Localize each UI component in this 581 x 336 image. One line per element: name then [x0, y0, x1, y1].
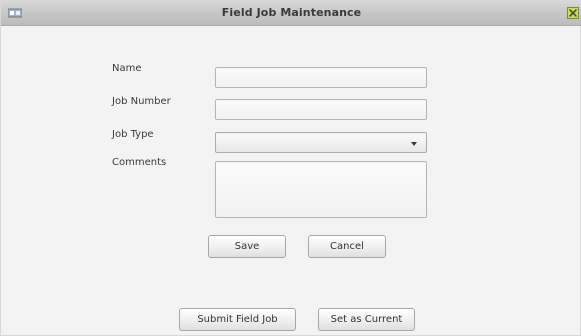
submit-field-job-button[interactable]: Submit Field Job [179, 308, 296, 331]
job-type-label: Job Type [112, 129, 154, 140]
name-label: Name [112, 63, 142, 74]
save-button[interactable]: Save [208, 235, 286, 258]
window-title: Field Job Maintenance [221, 6, 362, 19]
name-input[interactable] [215, 67, 427, 88]
cancel-button[interactable]: Cancel [308, 235, 386, 258]
comments-label: Comments [112, 157, 167, 168]
job-number-label: Job Number [112, 96, 171, 107]
chevron-down-icon[interactable] [411, 142, 417, 146]
job-type-select[interactable] [215, 132, 427, 153]
set-as-current-button[interactable]: Set as Current [318, 308, 415, 331]
comments-textarea[interactable] [215, 161, 427, 218]
title-bar[interactable]: Field Job Maintenance [1, 0, 581, 26]
job-number-input[interactable] [215, 99, 427, 120]
close-icon[interactable] [567, 7, 579, 19]
field-job-maintenance-window: Field Job Maintenance Name Job Number Jo… [0, 0, 581, 336]
